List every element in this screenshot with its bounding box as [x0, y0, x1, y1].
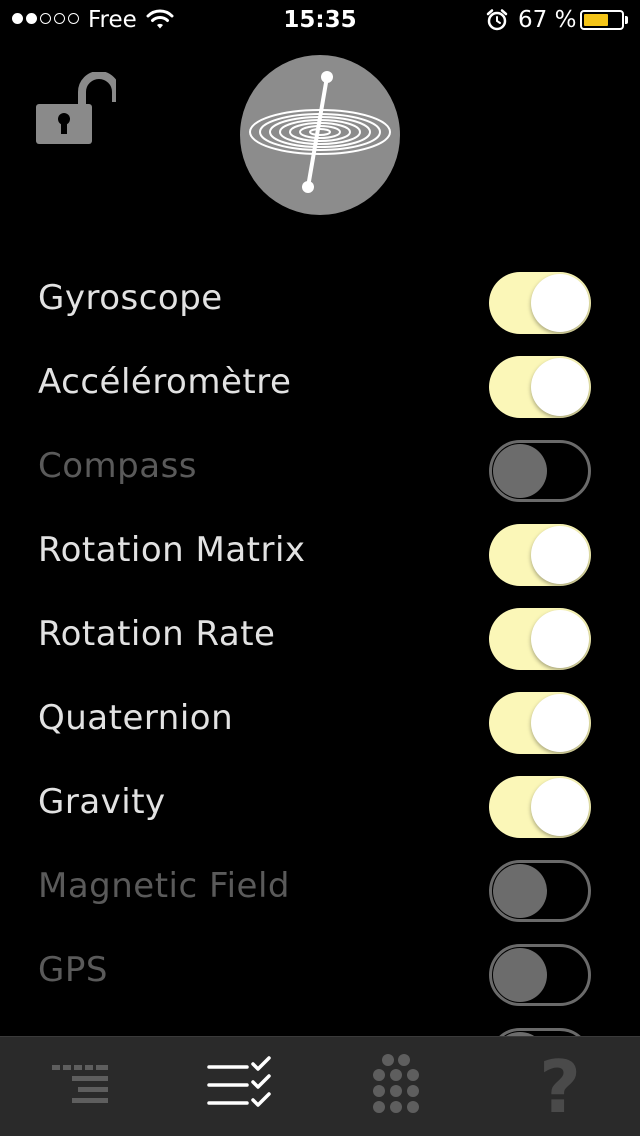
unlocked-padlock-icon[interactable]: [36, 71, 120, 148]
tab-help[interactable]: ?: [480, 1037, 640, 1136]
gyroscope-toggle[interactable]: [489, 272, 591, 334]
battery-level-fill: [584, 14, 609, 26]
alarm-icon: [485, 8, 509, 38]
sensor-row-rotation-matrix: Rotation Matrix: [0, 512, 640, 596]
tab-dots-grid[interactable]: [320, 1037, 480, 1136]
tab-bar: ?: [0, 1036, 640, 1136]
app-screen: Free 15:35 67 % Gyroscope Accéléromètre …: [0, 0, 640, 1136]
sensor-row-quaternion: Quaternion: [0, 680, 640, 764]
magnetic-field-toggle[interactable]: [489, 860, 591, 922]
sensor-row-compass: Compass: [0, 428, 640, 512]
rotation-matrix-toggle[interactable]: [489, 524, 591, 586]
tab-dashboard[interactable]: [0, 1037, 160, 1136]
sensor-label: Quaternion: [38, 698, 234, 738]
sensor-row-accelerometer: Accéléromètre: [0, 344, 640, 428]
sensor-label: Magnetic Field: [38, 866, 290, 906]
gps-toggle[interactable]: [489, 944, 591, 1006]
sensor-row-magnetic-field: Magnetic Field: [0, 848, 640, 932]
sensor-label: Accéléromètre: [38, 362, 292, 402]
sensor-label: Rotation Rate: [38, 614, 276, 654]
battery-percentage: 67 %: [518, 7, 577, 33]
help-question-icon: ?: [539, 1045, 581, 1129]
rotation-rate-toggle[interactable]: [489, 608, 591, 670]
gyroscope-spiral-logo: [240, 55, 400, 215]
sensor-label: Compass: [38, 446, 198, 486]
sensor-label: Gyroscope: [38, 278, 223, 318]
sensor-row-rotation-rate: Rotation Rate: [0, 596, 640, 680]
partial-toggle[interactable]: [489, 1028, 591, 1036]
sensor-row-gravity: Gravity: [0, 764, 640, 848]
dashboard-lines-icon: [52, 1063, 108, 1111]
sensor-label: Rotation Matrix: [38, 530, 306, 570]
quaternion-toggle[interactable]: [489, 692, 591, 754]
battery-icon: [580, 10, 624, 30]
sensor-list: Gyroscope Accéléromètre Compass Rotation…: [0, 260, 640, 1036]
gravity-toggle[interactable]: [489, 776, 591, 838]
sensor-row-gyroscope: Gyroscope: [0, 260, 640, 344]
dots-grid-icon: [370, 1053, 430, 1121]
checklist-icon: [207, 1056, 273, 1118]
sensor-row-partial: [0, 1016, 640, 1036]
sensor-label: Gravity: [38, 782, 166, 822]
accelerometer-toggle[interactable]: [489, 356, 591, 418]
sensor-label: GPS: [38, 950, 108, 990]
sensor-row-gps: GPS: [0, 932, 640, 1016]
compass-toggle[interactable]: [489, 440, 591, 502]
tab-sensor-checklist[interactable]: [160, 1037, 320, 1136]
status-bar: Free 15:35 67 %: [0, 0, 640, 40]
